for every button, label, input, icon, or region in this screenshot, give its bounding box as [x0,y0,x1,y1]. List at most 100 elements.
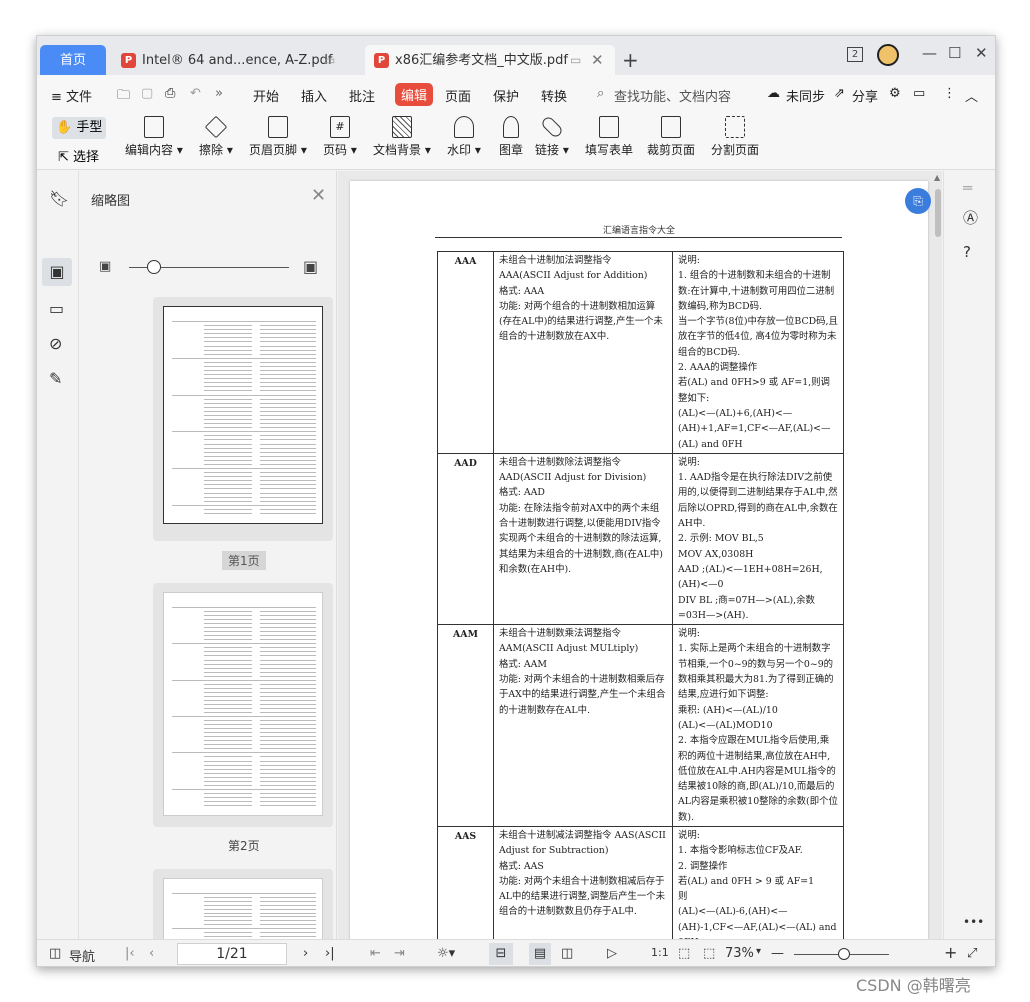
menu-page[interactable]: 页面 [445,86,471,105]
eye-protection-icon[interactable]: ☼▾ [437,946,455,961]
settings-icon[interactable]: ⚙ [889,86,901,101]
close-panel-icon[interactable]: ✕ [311,185,326,206]
scroll-up-icon[interactable]: ▲ [934,173,940,182]
nav-icon[interactable]: ◫ [49,946,61,961]
notes-line: 2. 本指令应跟在MUL指令后使用,乘积的两位十进制结果,高位放在AH中,低位放… [678,735,838,823]
dual-page-icon[interactable]: ◫ [561,946,573,961]
watermark-button[interactable]: 水印 ▾ [447,116,481,158]
tab-intel-pdf[interactable]: P Intel® 64 and...ence, A-Z.pdf ▭ [112,45,360,76]
thumbnail-line [204,611,252,613]
thumbnail-line [260,337,316,339]
zoom-out-icon[interactable]: — [771,946,784,961]
fit-page-icon[interactable]: ⬚ [678,946,690,961]
thumbnail-line [204,370,252,371]
thumbnail-page-3[interactable] [153,869,333,939]
search-input[interactable]: 查找功能、文档内容 [614,86,731,105]
first-page-icon[interactable]: |‹ [125,946,135,961]
menu-annotate[interactable]: 批注 [349,86,375,105]
thumbnail-line [260,920,316,922]
thumbnail-line [204,365,252,367]
forward-icon[interactable]: ⇥ [394,946,405,961]
menu-start[interactable]: 开始 [253,86,279,105]
undo-icon[interactable]: ↶ [190,86,201,101]
zoom-level[interactable]: 73% [725,946,754,961]
thumbnail-line [204,772,252,774]
window-count-icon[interactable]: 2 [847,47,863,62]
minimize-icon[interactable]: — [922,44,937,62]
save-icon[interactable]: ▢ [141,86,153,101]
document-view[interactable]: 汇编语言指令大全 AAA 未组合十进制加法调整指令 AAA(ASCII Adjust… [338,171,942,939]
single-page-view-icon[interactable]: ⊟ [489,943,513,965]
continuous-view-icon[interactable]: ▤ [529,943,551,965]
fit-width-icon[interactable]: ⬚ [703,946,715,961]
maximize-icon[interactable]: ☐ [948,44,961,62]
zoom-dropdown-icon[interactable]: ▾ [756,946,761,957]
play-icon[interactable]: ▷ [607,946,617,961]
comment-panel-icon[interactable]: ▭ [49,299,67,318]
thumbnail-page-2[interactable] [153,583,333,827]
thumbnail-page-1[interactable] [153,297,333,541]
sync-status[interactable]: 未同步 [786,86,825,105]
slider-handle[interactable] [147,260,161,274]
fill-form-icon [599,116,619,138]
actual-size-icon[interactable]: 1:1 [651,946,669,959]
fullscreen-icon[interactable]: ⤢ [967,946,977,961]
page-number-input[interactable]: 1/21 [177,943,287,965]
menu-edit[interactable]: 编辑 [395,83,434,106]
select-tool-button[interactable]: ⇱ 选择 [58,146,99,165]
thumbnail-line [204,639,252,641]
share-button[interactable]: 分享 [852,86,878,105]
close-window-icon[interactable]: ✕ [975,44,988,62]
menu-protect[interactable]: 保护 [493,86,519,105]
small-image-icon[interactable]: ▣ [99,259,111,274]
menu-convert[interactable]: 转换 [541,86,567,105]
more-icon[interactable]: ••• [963,915,984,929]
erase-button[interactable]: 擦除 ▾ [199,115,233,158]
tab-x86-pdf[interactable]: P x86汇编参考文档_中文版.pdf ▭ ✕ [365,45,615,76]
new-tab-button[interactable]: + [622,48,639,72]
fill-form-button[interactable]: 填写表单 [585,116,633,158]
link-button[interactable]: 链接 ▾ [535,114,569,158]
edit-content-button[interactable]: 编辑内容 ▾ [125,116,183,158]
prev-page-icon[interactable]: ‹ [149,946,154,961]
open-folder-icon[interactable]: 🗀 [117,86,130,108]
thumbnail-line [204,728,252,730]
close-tab-icon[interactable]: ✕ [591,45,604,76]
zoom-slider-handle[interactable] [838,948,850,960]
bookmark-icon[interactable]: 🔖︎ [49,189,69,208]
document-scrollbar[interactable] [935,189,941,237]
collapse-ribbon-icon[interactable]: ︿ [965,86,978,105]
split-page-button[interactable]: 分割页面 [711,116,759,158]
comment-icon[interactable]: ▭ [913,86,925,101]
print-icon[interactable]: ⎙ [165,86,175,101]
tab-home[interactable]: 首页 [40,45,106,76]
large-image-icon[interactable]: ▣ [303,257,318,276]
file-menu[interactable]: ≡ 文件 [51,86,92,105]
search-document-icon[interactable]: Ⓐ [963,207,978,228]
background-button[interactable]: 文档背景 ▾ [373,116,431,158]
crop-page-button[interactable]: 裁剪页面 [647,116,695,158]
help-icon[interactable]: ? [963,243,971,261]
float-window-icon[interactable]: ▭ [324,45,335,76]
nav-button[interactable]: 导航 [69,946,95,965]
last-page-icon[interactable]: ›| [325,946,335,961]
header-footer-button[interactable]: 页眉页脚 ▾ [249,116,307,158]
back-icon[interactable]: ⇤ [370,946,381,961]
menu-insert[interactable]: 插入 [301,86,327,105]
more-options-icon[interactable]: ⋮ [943,86,956,101]
app-window: 首页 P Intel® 64 and...ence, A-Z.pdf ▭ P x… [36,35,996,967]
hand-tool-button[interactable]: ✋ 手型 [52,117,106,139]
page-number-button[interactable]: # 页码 ▾ [323,116,357,158]
thumbnail-icon[interactable]: ▣ [42,258,72,286]
float-tool-button[interactable]: ⎘ [905,188,931,214]
float-window-icon[interactable]: ▭ [570,45,581,76]
stamp-button[interactable]: 图章 [499,116,523,158]
thumbnail-line [260,804,316,806]
thumbnail-line [260,800,316,802]
signature-icon[interactable]: ✎ [49,369,67,388]
more-icon[interactable]: » [215,86,223,101]
zoom-in-icon[interactable]: + [944,943,957,962]
avatar[interactable] [877,44,899,66]
attachment-icon[interactable]: ⊘ [49,334,67,353]
next-page-icon[interactable]: › [303,946,308,961]
